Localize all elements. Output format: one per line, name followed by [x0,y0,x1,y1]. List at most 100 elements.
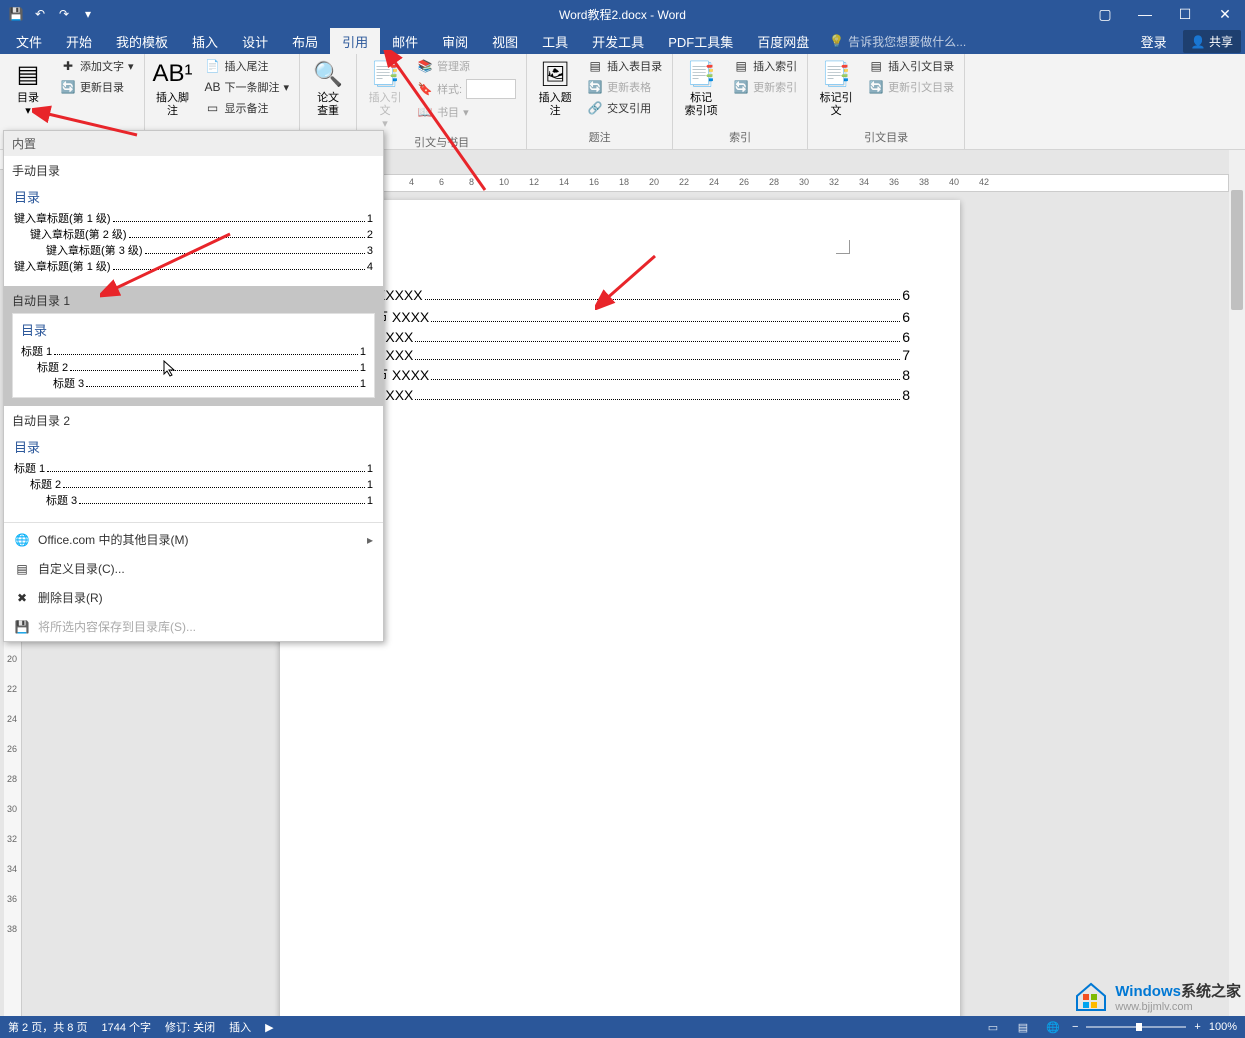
tab-pdf[interactable]: PDF工具集 [656,28,745,55]
toc-preview-line: 键入章标题(第 1 级)1 [14,210,373,226]
tof-icon: ▤ [587,58,603,74]
doc-toc-line: 1.2 XXX7 [330,347,910,363]
insert-authorities-button[interactable]: ▤插入引文目录 [864,56,958,76]
watermark: Windows系统之家 www.bjjmlv.com [1073,978,1241,1014]
update-table-button[interactable]: 🔄更新表格 [583,77,666,97]
ruler-tick: 10 [499,177,509,187]
tell-me-search[interactable]: 💡 告诉我您想要做什么... [829,33,966,50]
tab-home[interactable]: 开始 [54,28,104,55]
toc-more-office[interactable]: 🌐 Office.com 中的其他目录(M) ▸ [4,525,383,554]
citation-style-select[interactable]: 🔖样式: [413,77,520,101]
citation-icon: 📑 [369,58,401,90]
toc-dropdown-menu: 内置 手动目录 目录 键入章标题(第 1 级)1键入章标题(第 2 级)2键入章… [3,130,384,642]
save-icon[interactable]: 💾 [8,6,24,22]
view-print-icon[interactable]: ▤ [1012,1018,1034,1036]
tab-dev[interactable]: 开发工具 [580,28,656,55]
bibliography-button[interactable]: 📖书目 ▾ [413,102,520,122]
toc-preview-line: 键入章标题(第 1 级)4 [14,258,373,274]
tab-insert[interactable]: 插入 [180,28,230,55]
next-footnote-button[interactable]: AB下一条脚注 ▾ [201,77,294,97]
add-text-icon: ✚ [60,58,76,74]
tab-tools[interactable]: 工具 [530,28,580,55]
toc-option-manual[interactable]: 手动目录 目录 键入章标题(第 1 级)1键入章标题(第 2 级)2键入章标题(… [4,156,383,286]
update-toc-button[interactable]: 🔄更新目录 [56,77,138,97]
tab-baidu[interactable]: 百度网盘 [745,28,821,55]
insert-footnote-button[interactable]: AB¹ 插入脚注 [151,56,195,120]
zoom-level[interactable]: 100% [1209,1021,1237,1033]
insert-endnote-button[interactable]: 📄插入尾注 [201,56,294,76]
mark-citation-icon: 📑 [820,58,852,90]
manage-sources-icon: 📚 [417,58,433,74]
toc-option-auto1[interactable]: 自动目录 1 目录 标题 11标题 21标题 31 [4,286,383,406]
undo-icon[interactable]: ↶ [32,6,48,22]
crossref-icon: 🔗 [587,100,603,116]
toc-custom[interactable]: ▤ 自定义目录(C)... [4,554,383,583]
tab-file[interactable]: 文件 [4,28,54,55]
close-button[interactable]: ✕ [1205,0,1245,28]
doc-toc-body: 第一章 XXXXX6第一节 XXXX61.1 XXX61.2 XXX7第二节 X… [330,285,910,403]
ruler-tick: 24 [709,177,719,187]
ruler-tick: 22 [679,177,689,187]
update-authorities-button[interactable]: 🔄更新引文目录 [864,77,958,97]
login-link[interactable]: 登录 [1129,28,1179,55]
toc-remove[interactable]: ✖ 删除目录(R) [4,583,383,612]
status-insert[interactable]: 插入 [229,1019,251,1035]
toc-preview-auto1: 目录 标题 11标题 21标题 31 [12,313,375,398]
window-title: Word教程2.docx - Word [559,6,686,23]
status-words[interactable]: 1744 个字 [101,1019,151,1035]
research-icon: 🔍 [312,58,344,90]
doc-toc-line: 第一章 XXXXX6 [330,285,910,305]
share-icon: 👤 [1191,35,1206,49]
minimize-button[interactable]: — [1125,0,1165,28]
add-text-button[interactable]: ✚添加文字 ▾ [56,56,138,76]
update-icon: 🔄 [60,79,76,95]
zoom-slider[interactable] [1086,1026,1186,1028]
qat-dropdown-icon[interactable]: ▾ [80,6,96,22]
title-bar: 💾 ↶ ↷ ▾ Word教程2.docx - Word ▢ — ☐ ✕ [0,0,1245,28]
status-track[interactable]: 修订: 关闭 [165,1019,215,1035]
cursor-mark [836,240,850,254]
ruler-tick: 28 [7,774,17,784]
insert-table-figures-button[interactable]: ▤插入表目录 [583,56,666,76]
mark-citation-button[interactable]: 📑 标记引文 [814,56,858,120]
tab-review[interactable]: 审阅 [430,28,480,55]
share-button[interactable]: 👤 共享 [1183,30,1241,53]
maximize-button[interactable]: ☐ [1165,0,1205,28]
view-web-icon[interactable]: 🌐 [1042,1018,1064,1036]
status-macro-icon[interactable]: ▶ [265,1021,273,1034]
zoom-in-icon[interactable]: + [1194,1021,1200,1033]
toc-preview-manual: 目录 键入章标题(第 1 级)1键入章标题(第 2 级)2键入章标题(第 3 级… [12,183,375,278]
vertical-scrollbar[interactable] [1229,150,1245,1016]
tab-layout[interactable]: 布局 [280,28,330,55]
zoom-out-icon[interactable]: − [1072,1021,1078,1033]
ruler-tick: 32 [7,834,17,844]
insert-index-button[interactable]: ▤插入索引 [729,56,801,76]
mark-index-button[interactable]: 📑 标记 索引项 [679,56,723,120]
ruler-tick: 20 [7,654,17,664]
toc-preview-auto2: 目录 标题 11标题 21标题 31 [12,433,375,512]
tab-references[interactable]: 引用 [330,28,380,55]
toc-button[interactable]: ▤ 目录▾ [6,56,50,120]
doc-toc-line: 第二节 XXXX8 [330,365,910,385]
remove-toc-icon: ✖ [14,590,30,606]
manage-sources-button[interactable]: 📚管理源 [413,56,520,76]
insert-citation-button[interactable]: 📑 插入引文▾ [363,56,407,134]
show-notes-button[interactable]: ▭显示备注 [201,98,294,118]
tab-templates[interactable]: 我的模板 [104,28,180,55]
doc-toc-line: 第一节 XXXX6 [330,307,910,327]
tab-view[interactable]: 视图 [480,28,530,55]
research-button[interactable]: 🔍 论文 查重 [306,56,350,120]
tab-design[interactable]: 设计 [230,28,280,55]
ribbon-options-icon[interactable]: ▢ [1085,0,1125,28]
toc-option-auto2[interactable]: 自动目录 2 目录 标题 11标题 21标题 31 [4,406,383,520]
cross-reference-button[interactable]: 🔗交叉引用 [583,98,666,118]
tab-mail[interactable]: 邮件 [380,28,430,55]
redo-icon[interactable]: ↷ [56,6,72,22]
update-table-icon: 🔄 [587,79,603,95]
insert-caption-button[interactable]: 🖼 插入题注 [533,56,577,120]
update-index-button[interactable]: 🔄更新索引 [729,77,801,97]
ruler-tick: 16 [589,177,599,187]
view-read-icon[interactable]: ▭ [982,1018,1004,1036]
status-page[interactable]: 第 2 页，共 8 页 [8,1019,87,1035]
scrollbar-thumb[interactable] [1231,190,1243,310]
